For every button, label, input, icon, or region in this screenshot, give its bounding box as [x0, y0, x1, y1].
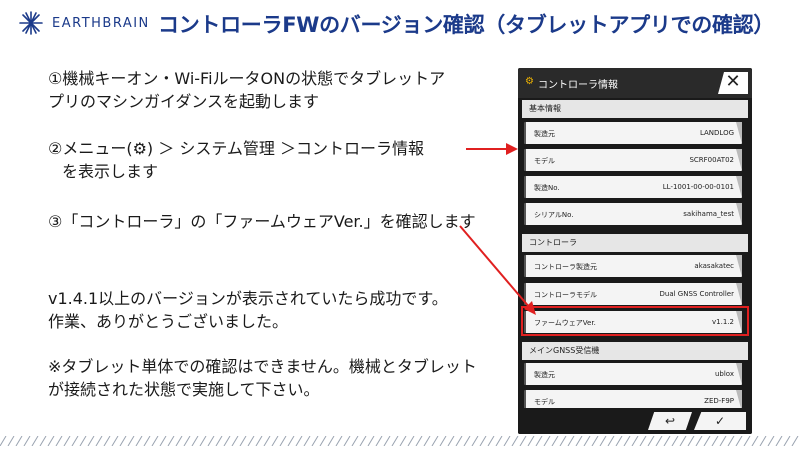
- gear-icon: ⚙: [525, 76, 534, 87]
- logo-text: EARTHBRAIN: [52, 15, 150, 31]
- info-row-value: akasakatec: [694, 262, 734, 270]
- section-basic-info: 基本情報: [522, 100, 748, 118]
- step-3: ③「コントローラ」の「ファームウェアVer.」を確認します: [48, 210, 476, 233]
- info-row-production-no: 製造No. LL-1001-00-00-0101: [524, 176, 742, 198]
- caution-note-line-2: が接続された状態で実施して下さい。: [48, 380, 320, 399]
- step-1: ①機械キーオン・Wi-FiルータONの状態でタブレットア プリのマシンガイダンス…: [48, 67, 445, 113]
- earthbrain-logo-icon: [19, 11, 43, 35]
- back-button[interactable]: ↩: [648, 412, 692, 430]
- close-button[interactable]: ✕: [718, 72, 748, 94]
- tablet-footer: ↩ ✓: [518, 408, 752, 434]
- step-2-line-1: ②メニュー(⚙) ＞ システム管理 ＞コントローラ情報: [48, 139, 424, 158]
- info-row-value: LL-1001-00-00-0101: [662, 183, 734, 191]
- success-note-line-2: 作業、ありがとうございました。: [48, 312, 289, 331]
- tablet-screen: ⚙ コントローラ情報 ✕ 基本情報 製造元 LANDLOG モデル SCRF00…: [518, 68, 752, 434]
- info-row-key: シリアルNo.: [534, 211, 574, 219]
- caution-note: ※タブレット単体での確認はできません。機械とタブレット が接続された状態で実施し…: [48, 355, 477, 401]
- info-row-controller-model: コントローラモデル Dual GNSS Controller: [524, 283, 742, 305]
- info-row-key: 製造元: [534, 371, 555, 379]
- success-note-line-1: v1.4.1以上のバージョンが表示されていたら成功です。: [48, 289, 448, 308]
- info-row-key: 製造元: [534, 130, 555, 138]
- pointer-arrow-head-icon: [506, 143, 518, 155]
- step-3-line: ③「コントローラ」の「ファームウェアVer.」を確認します: [48, 212, 476, 231]
- logo: EARTHBRAIN: [18, 10, 150, 36]
- step-2-line-2: を表示します: [62, 162, 159, 181]
- confirm-button[interactable]: ✓: [694, 412, 746, 430]
- page-title: コントローラFWのバージョン確認（タブレットアプリでの確認）: [158, 13, 775, 37]
- tablet-header: ⚙ コントローラ情報 ✕: [518, 68, 752, 98]
- info-row-key: モデル: [534, 157, 555, 165]
- section-main-gnss: メインGNSS受信機: [522, 342, 748, 360]
- bottom-stripe-decoration: [0, 436, 799, 446]
- info-row-value: ZED-F9P: [704, 397, 734, 405]
- step-1-line-2: プリのマシンガイダンスを起動します: [48, 92, 320, 111]
- info-row-gnss-manufacturer: 製造元 ublox: [524, 363, 742, 385]
- step-2: ②メニュー(⚙) ＞ システム管理 ＞コントローラ情報 を表示します: [48, 137, 424, 183]
- info-row-value: Dual GNSS Controller: [659, 290, 735, 298]
- tablet-header-title: コントローラ情報: [538, 80, 618, 91]
- info-row-serial-no: シリアルNo. sakihama_test: [524, 203, 742, 225]
- info-row-value: sakihama_test: [683, 210, 734, 218]
- success-note: v1.4.1以上のバージョンが表示されていたら成功です。 作業、ありがとうござい…: [48, 287, 448, 333]
- info-row-value: LANDLOG: [699, 129, 734, 137]
- info-row-controller-manufacturer: コントローラ製造元 akasakatec: [524, 255, 742, 277]
- info-row-value: SCRF00AT02: [689, 156, 734, 164]
- info-row-key: 製造No.: [534, 184, 560, 192]
- firmware-highlight-box: [521, 306, 749, 336]
- header: EARTHBRAIN コントローラFWのバージョン確認（タブレットアプリでの確認…: [0, 0, 800, 48]
- info-row-manufacturer: 製造元 LANDLOG: [524, 122, 742, 144]
- caution-note-line-1: ※タブレット単体での確認はできません。機械とタブレット: [48, 357, 477, 376]
- section-controller: コントローラ: [522, 234, 748, 252]
- info-row-key: モデル: [534, 398, 555, 406]
- info-row-key: コントローラモデル: [534, 291, 597, 299]
- pointer-arrow-line: [466, 148, 508, 150]
- info-row-key: コントローラ製造元: [534, 263, 597, 271]
- info-row-value: ublox: [714, 370, 734, 378]
- info-row-model: モデル SCRF00AT02: [524, 149, 742, 171]
- step-1-line-1: ①機械キーオン・Wi-FiルータONの状態でタブレットア: [48, 69, 446, 88]
